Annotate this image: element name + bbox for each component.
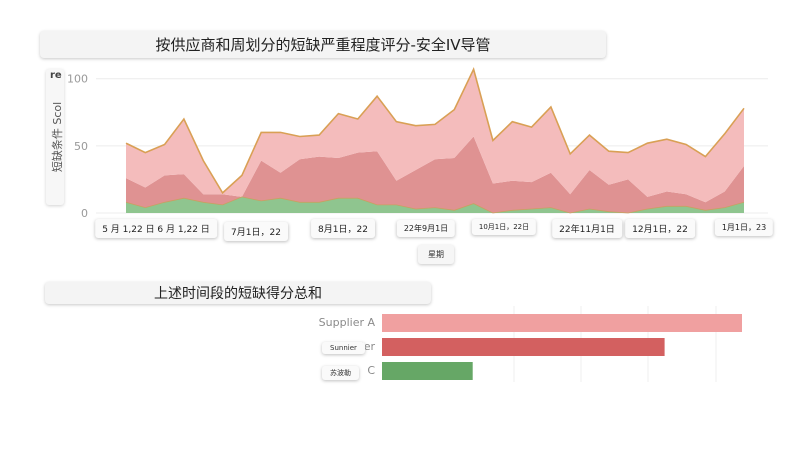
bar-2 bbox=[382, 362, 473, 380]
bar-category-label-2: C bbox=[367, 364, 375, 377]
bar-1 bbox=[382, 338, 665, 356]
bar-category-label-0: Supplier A bbox=[318, 316, 375, 329]
bar-chart bbox=[382, 306, 742, 382]
bar-category-pill-1: Sunnier bbox=[322, 342, 365, 354]
bar-category-pill-2: 苏波勒 bbox=[322, 366, 359, 380]
bar-0 bbox=[382, 314, 742, 332]
